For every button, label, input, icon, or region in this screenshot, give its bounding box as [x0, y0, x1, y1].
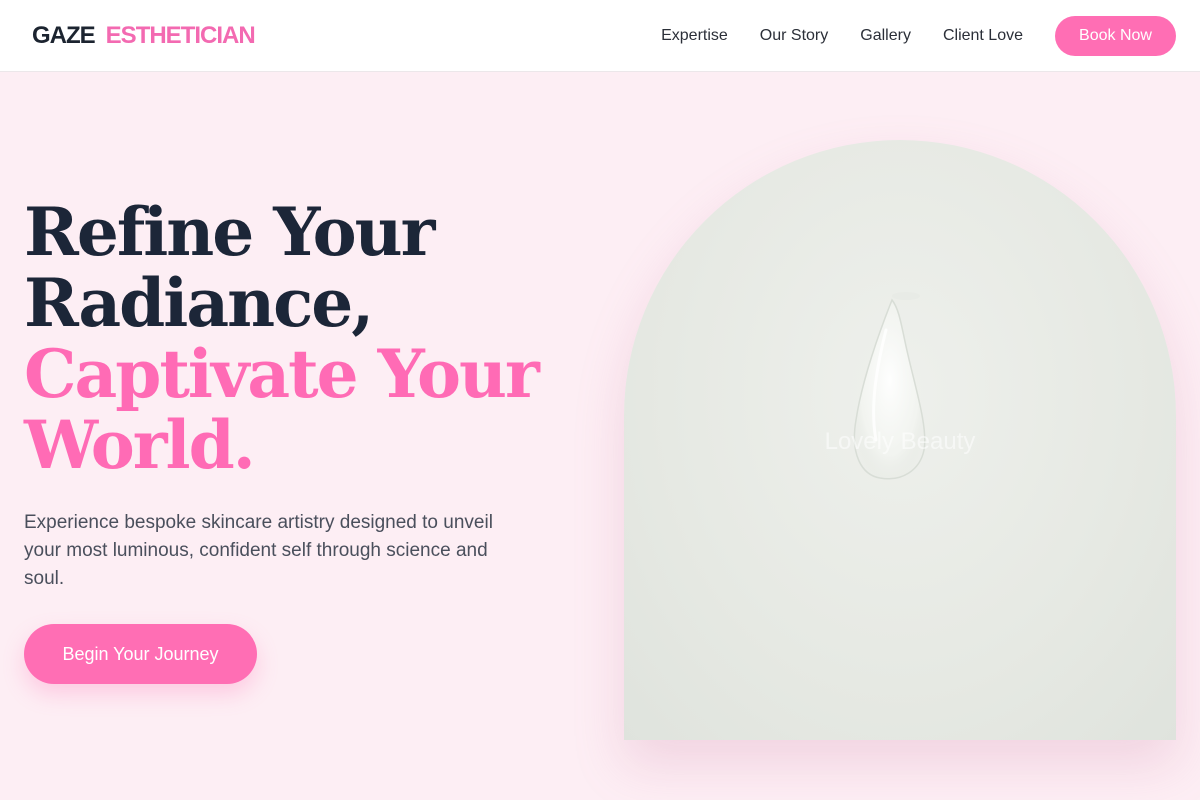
site-header: GAZE ESTHETICIAN Expertise Our Story Gal…	[0, 0, 1200, 72]
logo-secondary: ESTHETICIAN	[105, 21, 256, 49]
logo-primary: GAZE	[32, 21, 96, 49]
nav-link-expertise[interactable]: Expertise	[661, 27, 728, 45]
hero-subtitle: Experience bespoke skincare artistry des…	[24, 512, 493, 589]
hero-title: Refine Your Radiance, Captivate Your Wor…	[24, 197, 584, 481]
nav-link-client-love[interactable]: Client Love	[943, 27, 1023, 45]
nav-link-our-story[interactable]: Our Story	[760, 27, 828, 45]
begin-journey-button[interactable]: Begin Your Journey	[24, 624, 257, 684]
hero-title-line-1: Refine Your	[24, 193, 435, 271]
hero-title-line-2: Radiance,	[24, 264, 374, 342]
image-watermark: Lovely Beauty	[824, 428, 976, 455]
book-now-button[interactable]: Book Now	[1055, 15, 1176, 56]
hero-image: Lovely Beauty	[624, 140, 1176, 740]
nav-link-gallery[interactable]: Gallery	[860, 27, 911, 45]
logo[interactable]: GAZE ESTHETICIAN	[32, 21, 256, 50]
main-nav: Expertise Our Story Gallery Client Love …	[661, 15, 1176, 56]
hero-title-accent-1: Captivate Your	[24, 335, 540, 413]
hero-title-accent-2: World.	[24, 406, 256, 484]
